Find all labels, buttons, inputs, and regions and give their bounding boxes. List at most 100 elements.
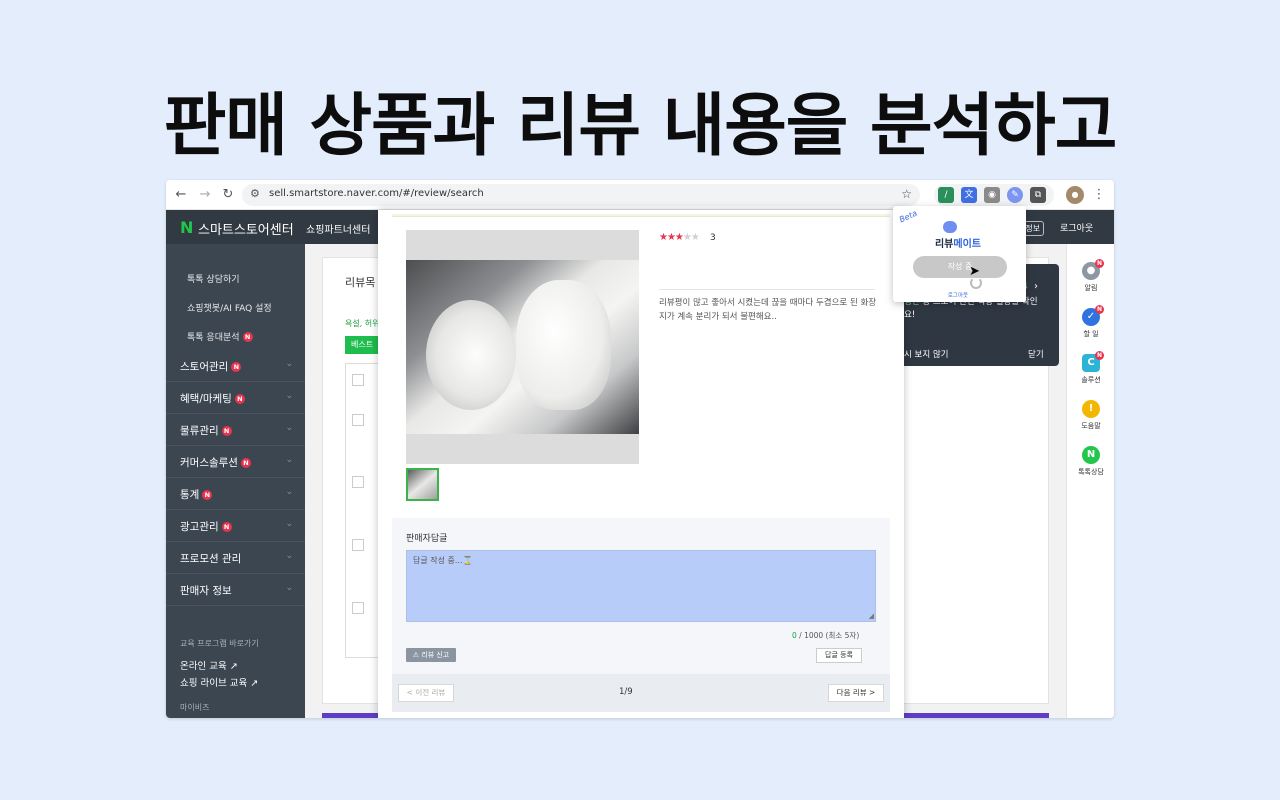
sidebar-item-ads[interactable]: 광고관리 N ⌄ [166,510,305,542]
writing-button[interactable]: 작성 중 [913,256,1007,278]
chevron-down-icon: ⌄ [285,487,293,497]
quick-talk[interactable]: N 톡톡상담 [1067,446,1114,477]
modal-top-border [392,214,890,217]
rating-stars: ★★★★★ [659,232,700,243]
row-checkbox[interactable] [352,414,364,426]
new-badge: N [234,394,245,404]
never-show-button[interactable]: 시 보지 않기 [904,348,949,360]
url-text[interactable]: sell.smartstore.naver.com/#/review/searc… [269,188,484,199]
reply-textarea[interactable]: 답글 작성 중...⌛ ◢ [406,550,876,622]
review-photo-frame [406,230,639,464]
review-photo-thumbnail[interactable] [406,468,439,501]
sidebar-item-label: 스토어관리 [180,361,229,373]
naver-n-logo[interactable]: N [180,218,193,237]
notice-close-button[interactable]: 닫기 [1028,348,1044,360]
quick-help[interactable]: ! 도움말 [1067,400,1114,431]
mouse-cursor-icon: ➤ [969,264,980,279]
resize-handle-icon[interactable]: ◢ [869,612,874,620]
select-all-checkbox[interactable] [352,374,364,386]
forward-icon[interactable]: → [196,186,214,204]
headline: 판매 상품과 리뷰 내용을 분석하고 [163,87,1118,166]
review-detail-modal: ★★★★★ 3 리뷰평이 많고 좋아서 시켰는데 끊을 때마다 두겹으로 된 화… [378,210,904,718]
sidebar-item-marketing[interactable]: 혜택/마케팅 N ⌄ [166,382,305,414]
report-review-button[interactable]: ⚠ 리뷰 신고 [406,648,456,662]
notice-green-text: 욕설, 허위 [345,319,380,328]
sidebar: 톡톡 상담하기 쇼핑챗봇/AI FAQ 설정 톡톡 응대분석 N 스토어관리 N ⌄ … [166,244,305,718]
quick-label: 도움말 [1081,422,1101,430]
sidebar-item-logistics[interactable]: 물류관리 N ⌄ [166,414,305,446]
chevron-down-icon: ⌄ [285,423,293,433]
chevron-down-icon: ⌄ [285,391,293,401]
popup-logout-link[interactable]: 로그아웃 [893,291,1023,299]
sidebar-item-commerce[interactable]: 커머스솔루션 N ⌄ [166,446,305,478]
address-bar[interactable]: ⚙ sell.smartstore.naver.com/#/review/sea… [242,184,920,206]
pen-extension-icon[interactable]: / [938,187,954,203]
bookmark-star-icon[interactable]: ☆ [901,187,912,201]
seller-reply-section: 판매자답글 답글 작성 중...⌛ ◢ 0 / 1000 (최소 5자) ⚠ 리… [392,518,890,674]
edu-header: 교육 프로그램 바로가기 [180,639,259,648]
new-badge: N [240,458,251,468]
chevron-down-icon: ⌄ [285,583,293,593]
review-content: 리뷰평이 많고 좋아서 시켰는데 끊을 때마다 두겹으로 된 화장지가 계속 분… [659,298,877,322]
site-settings-icon[interactable]: ⚙ [250,187,260,200]
online-edu-link[interactable]: 온라인 교육 ↗ [180,658,238,672]
modal-footer: < 이전 리뷰 1/9 다음 리뷰 > [392,674,890,712]
reviewmate-popup: Beta 리뷰메이트 작성 중 로그아웃 [893,206,1026,302]
prev-review-button[interactable]: < 이전 리뷰 [398,684,454,702]
sidebar-sub-chatbot[interactable]: 쇼핑챗봇/AI FAQ 설정 [187,301,272,314]
chevron-down-icon: ⌄ [285,519,293,529]
profile-avatar[interactable]: ● [1066,186,1084,204]
sidebar-item-label: 혜택/마케팅 [180,393,232,405]
char-count: 0 / 1000 (최소 5자) [792,631,860,640]
new-badge: N [231,362,242,372]
quick-label: 알림 [1084,284,1098,292]
sidebar-item-label: 광고관리 [180,521,219,533]
page-title: 리뷰목 [345,276,376,289]
rating-score: 3 [710,233,716,243]
quick-todo[interactable]: ✓ N 할 일 [1067,305,1114,339]
new-badge: N [221,426,232,436]
menu-kebab-icon[interactable]: ⋮ [1090,186,1108,204]
sidebar-item-label: 물류관리 [180,425,219,437]
best-review-button[interactable]: 베스트 [345,336,379,354]
sidebar-item-store[interactable]: 스토어관리 N ⌄ [166,350,305,382]
shopping-partner-link[interactable]: 쇼핑파트너센터 [306,221,370,236]
solution-icon: CN [1082,351,1104,372]
reply-label: 판매자답글 [406,534,448,544]
reload-icon[interactable]: ↻ [219,186,237,204]
popup-title: 리뷰메이트 [934,239,981,250]
right-quick-bar: ● N 알림 ✓ N 할 일 C N 솔루션 ! 도움말 N 톡톡상담 [1066,244,1114,718]
review-photo[interactable] [406,260,639,434]
sidebar-sub-talk-consult[interactable]: 톡톡 상담하기 [187,272,240,285]
reviewmate-extension-icon[interactable]: ✎ [1007,187,1023,203]
chevron-right-icon[interactable]: › [1034,281,1038,292]
review-table [345,363,379,658]
browser-window: ← → ↻ ⚙ sell.smartstore.naver.com/#/revi… [166,180,1114,718]
submit-reply-button[interactable]: 답글 등록 [816,648,862,663]
sidebar-item-stats[interactable]: 통계 N ⌄ [166,478,305,510]
smartstore-logo-text[interactable]: 스마트스토어센터 [198,219,294,238]
logout-link[interactable]: 로그아웃 [1060,221,1093,234]
sidebar-item-promotion[interactable]: 프로모션 관리 ⌄ [166,542,305,574]
translate-extension-icon[interactable]: 文 [961,187,977,203]
quick-label: 톡톡상담 [1078,468,1104,476]
chevron-down-icon: ⌄ [285,455,293,465]
quick-solution[interactable]: C N 솔루션 [1067,351,1114,385]
row-checkbox[interactable] [352,476,364,488]
sidebar-item-seller-info[interactable]: 판매자 정보 ⌄ [166,574,305,606]
check-icon: ✓ N [1082,305,1104,326]
new-badge: N [221,522,232,532]
row-checkbox[interactable] [352,602,364,614]
quick-alarm[interactable]: ● N 알림 [1067,259,1114,293]
mybiz-header: 마이비즈 [180,703,210,712]
reviewmate-logo-icon [943,221,957,233]
camera-extension-icon[interactable]: ◉ [984,187,1000,203]
row-checkbox[interactable] [352,539,364,551]
live-edu-link[interactable]: 쇼핑 라이브 교육 ↗ [180,675,258,689]
back-icon[interactable]: ← [172,186,190,204]
review-pager: 1/9 [619,687,633,697]
sidebar-sub-talk-analysis[interactable]: 톡톡 응대분석 N [187,330,253,343]
puzzle-extension-icon[interactable]: ⧉ [1030,187,1046,203]
next-review-button[interactable]: 다음 리뷰 > [828,684,884,702]
extensions-area: / 文 ◉ ✎ ⧉ [934,184,1054,206]
